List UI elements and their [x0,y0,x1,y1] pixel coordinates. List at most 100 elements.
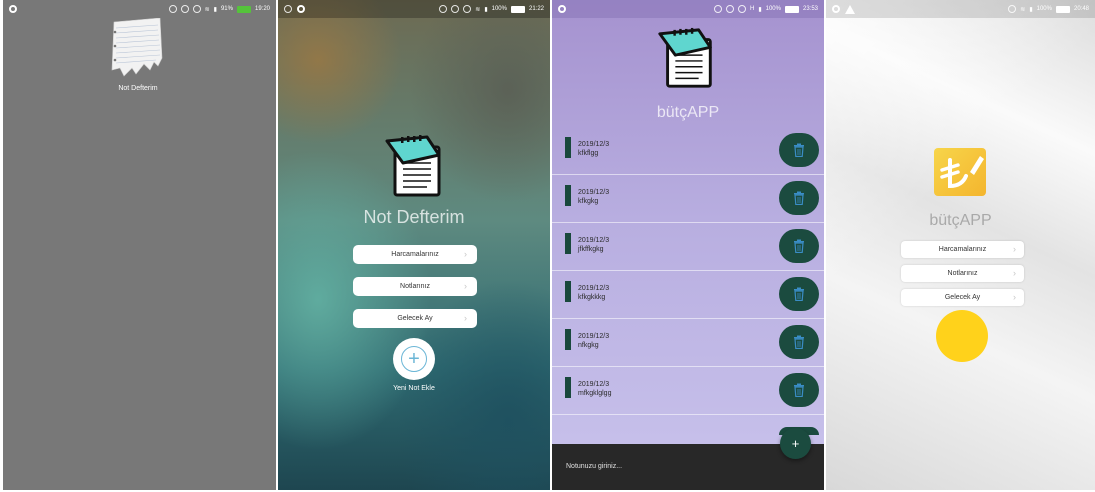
menu-item-label: Harcamalarınız [938,246,987,253]
note-input[interactable]: Notunuzu giriniz... [566,463,622,470]
note-text: kfkflgg [578,150,599,157]
menu-item-label: Gelecek Ay [397,315,433,322]
menu-item-label: Notlarınız [400,283,430,290]
wifi-icon: ≋ [475,6,481,13]
note-date: 2019/12/3 [578,285,610,292]
clock: 20:48 [1073,6,1089,12]
menu-item-gelecek-ay[interactable]: Gelecek Ay › [353,309,477,328]
list-item[interactable]: 2019/12/3 kfkflgg [552,127,824,175]
alarm-icon [180,5,189,13]
note-text: nfkgkg [578,342,599,349]
note-date: 2019/12/3 [578,333,610,340]
add-note-fab[interactable]: + [780,428,811,459]
screenshot-strip: ≋ ▮ 91% 19:20 Not Defterim ≋ ▮ 100% 21:2… [0,0,1095,492]
wifi-icon: ≋ [1020,6,1026,13]
app-label[interactable]: Not Defterim [98,85,178,92]
menu-item-notlariniz[interactable]: Notlarınız › [353,277,477,296]
battery-percent: 100% [491,6,507,12]
alarm-icon [725,5,734,13]
vibrate-icon [463,5,472,13]
battery-icon [784,5,799,13]
clock: 21:22 [528,6,544,12]
notes-list: 2019/12/3 kfkflgg 2019/12/3 kfkgkg 2019/… [552,127,824,435]
signal-icon: ▮ [758,6,762,13]
app-title: bütçAPP [929,212,992,229]
delete-button[interactable] [779,133,819,167]
notification-icon [832,5,840,13]
list-item[interactable]: 2019/12/3 kfkgkg [552,175,824,223]
battery-percent: 100% [1036,6,1052,12]
list-item[interactable]: 2019/12/3 kfkgkkkg [552,271,824,319]
chevron-right-icon: › [464,249,467,259]
delete-button[interactable] [779,277,819,311]
alarm-icon [451,5,460,13]
battery-percent: 100% [765,6,781,12]
menu-item-label: Gelecek Ay [944,294,981,301]
battery-icon [510,5,525,13]
menu-item-notlariniz[interactable]: Notlarınız › [901,265,1024,282]
notification-icon [297,5,305,13]
yellow-action-button[interactable] [936,310,988,362]
trash-icon [794,335,804,349]
trash-icon [794,383,804,397]
lira-glyph-icon [940,156,984,189]
list-item[interactable]: 2019/12/3 jfkffkgkg [552,223,824,271]
signal-icon: ▮ [484,6,488,13]
sync-icon [1008,5,1017,13]
menu-item-gelecek-ay[interactable]: Gelecek Ay › [901,289,1024,306]
trash-icon [794,191,804,205]
notebook-home-screen: ≋ ▮ 100% 21:22 Not Defterim Harcamaların… [278,0,550,492]
chevron-right-icon: › [1013,292,1016,302]
delete-button[interactable] [779,181,819,215]
menu-item-label: Harcamalarınız [391,251,439,258]
add-note-label: Yeni Not Ekle [393,385,435,392]
status-bar: H ▮ 100% 23:53 [552,0,824,18]
list-item[interactable]: 2019/12/3 nfkgkg [552,319,824,367]
note-date: 2019/12/3 [578,237,610,244]
network-type-icon: H [749,6,755,12]
vibrate-icon [192,5,201,13]
trash-icon [794,239,804,253]
launcher-screen: ≋ ▮ 91% 19:20 Not Defterim [3,0,276,492]
note-accent-bar [565,281,571,302]
plus-icon: + [401,346,427,372]
notepad-icon [658,27,712,88]
menu-item-harcamalariniz[interactable]: Harcamalarınız › [353,245,477,264]
notes-list-screen: H ▮ 100% 23:53 bütçAPP 2019/12/3 kfkflgg [552,0,824,492]
battery-icon [1055,5,1070,13]
image-icon [284,5,292,13]
note-text: kfkgkkkg [578,294,606,301]
delete-button[interactable] [779,229,819,263]
list-item[interactable]: 2019/12/3 mfkgklglgg [552,367,824,415]
chevron-right-icon: › [1013,244,1016,254]
menu-item-harcamalariniz[interactable]: Harcamalarınız › [901,241,1024,258]
warning-icon [845,4,855,14]
note-date: 2019/12/3 [578,141,610,148]
battery-percent: 91% [220,6,233,12]
note-text: mfkgklglgg [578,390,612,397]
note-accent-bar [565,233,571,254]
menu-item-label: Notlarınız [947,270,978,277]
trash-icon [794,287,804,301]
app-title: Not Defterim [363,207,465,227]
add-note-button[interactable]: + [393,338,435,380]
clock: 19:20 [254,6,270,12]
note-accent-bar [565,137,571,158]
status-bar: ≋ ▮ 91% 19:20 [3,0,276,18]
sync-icon [713,5,722,13]
note-text: kfkgkg [578,198,599,205]
paper-note-icon[interactable] [106,18,166,78]
notepad-icon [385,135,441,197]
chevron-right-icon: › [464,313,467,323]
clock: 23:53 [802,6,818,12]
delete-button[interactable] [779,373,819,407]
wifi-icon: ≋ [204,6,210,13]
sync-icon [439,5,448,13]
vibrate-icon [737,5,746,13]
delete-button[interactable] [779,325,819,359]
sync-icon [168,5,177,13]
status-bar: ≋ ▮ 100% 20:48 [826,0,1095,18]
chevron-right-icon: › [1013,268,1016,278]
note-accent-bar [565,329,571,350]
notification-icon [9,5,17,13]
